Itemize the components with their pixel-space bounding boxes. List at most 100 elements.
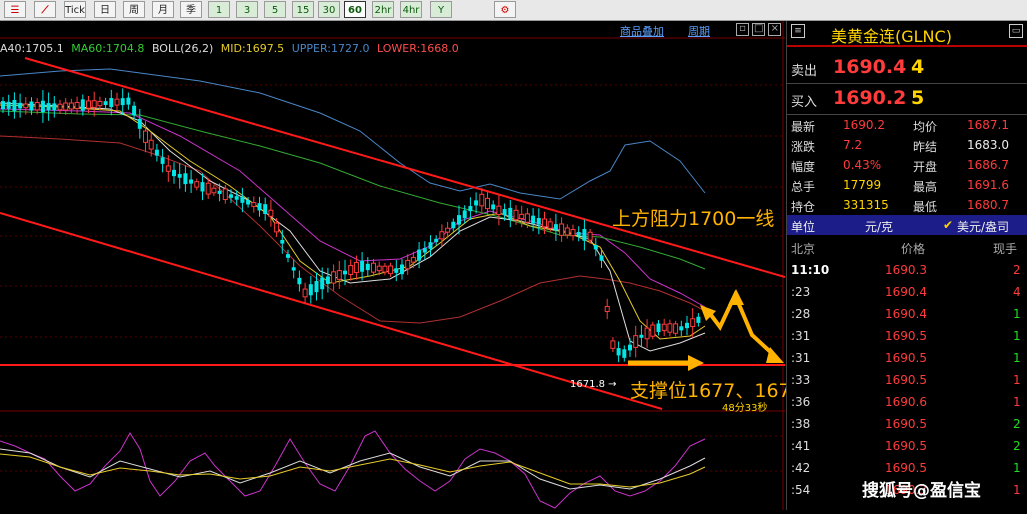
- stat-v1: 1690.2: [843, 118, 885, 132]
- period-button-1[interactable]: 日: [94, 1, 116, 18]
- candle-body: [462, 210, 467, 219]
- boll-upper-line: [0, 68, 706, 200]
- candle-body: [376, 265, 382, 272]
- tick-t: :42: [791, 461, 811, 475]
- tick-v: 2: [1013, 417, 1021, 431]
- stat-row: 持仓 331315 最低 1680.7: [787, 195, 1027, 215]
- sell-price: 1690.4: [833, 56, 907, 78]
- tick-row[interactable]: :31 1690.5 1: [787, 347, 1027, 369]
- restore-icon[interactable]: ▫: [736, 23, 749, 36]
- tick-row[interactable]: :31 1690.5 1: [787, 325, 1027, 347]
- tick-t: 11:10: [791, 263, 830, 277]
- period-button-0[interactable]: Tick: [64, 1, 86, 18]
- countdown-label: 48分33秒: [722, 403, 768, 414]
- candle-body: [114, 98, 120, 106]
- stat-v2: 1680.7: [967, 198, 1009, 212]
- period-button-6[interactable]: 3: [236, 1, 258, 18]
- buy-price: 1690.2: [833, 87, 907, 109]
- candle-body: [165, 165, 171, 172]
- close-icon[interactable]: ×: [768, 23, 782, 36]
- tick-p: 1690.5: [885, 373, 927, 387]
- support-arrow: [628, 355, 704, 371]
- period-button-2[interactable]: 周: [123, 1, 145, 18]
- candle-body: [633, 335, 639, 348]
- unit-alt[interactable]: 美元/盎司: [957, 218, 1009, 235]
- candle-body: [599, 255, 604, 261]
- candle-body: [29, 101, 34, 111]
- period-button-11[interactable]: 2hr: [372, 1, 394, 18]
- period-link[interactable]: 周期: [688, 23, 710, 39]
- boll-label: BOLL(26,2): [151, 42, 214, 55]
- period-button-7[interactable]: 5: [264, 1, 286, 18]
- unit-bar: 单位 元/克 ✔ 美元/盎司: [787, 215, 1027, 235]
- panel-restore-icon[interactable]: ▭: [1009, 24, 1023, 38]
- tick-p: 1690.6: [885, 395, 927, 409]
- candle-body: [251, 202, 257, 207]
- kline-view-icon[interactable]: ☰: [4, 1, 26, 18]
- chart-style-icon[interactable]: ⟋: [34, 1, 56, 18]
- tick-row[interactable]: :38 1690.5 2: [787, 413, 1027, 435]
- support-trendline: [0, 212, 663, 410]
- candle-body: [297, 277, 302, 285]
- boll-lower-label: LOWER:1668.0: [376, 42, 459, 55]
- candle-body: [217, 190, 222, 194]
- sell-volume: 4: [911, 56, 925, 78]
- tick-row[interactable]: :36 1690.6 1: [787, 391, 1027, 413]
- period-button-9[interactable]: 30: [318, 1, 340, 18]
- candle-body: [644, 327, 650, 340]
- chart-canvas[interactable]: [0, 21, 786, 510]
- tick-row[interactable]: :41 1690.5 2: [787, 435, 1027, 457]
- candle-body: [365, 263, 370, 271]
- stat-v1: 17799: [843, 178, 882, 192]
- tick-row[interactable]: 11:10 1690.3 2: [787, 259, 1027, 281]
- period-button-10[interactable]: 60: [344, 1, 366, 18]
- candle-body: [314, 280, 319, 293]
- tick-v: 2: [1013, 439, 1021, 453]
- candle-body: [302, 288, 308, 298]
- tick-t: :41: [791, 439, 811, 453]
- boll-upper-label: UPPER:1727.0: [291, 42, 370, 55]
- tick-row[interactable]: :28 1690.4 1: [787, 303, 1027, 325]
- period-button-13[interactable]: Y: [430, 1, 452, 18]
- candle-body: [240, 197, 245, 203]
- tick-row[interactable]: :23 1690.4 4: [787, 281, 1027, 303]
- candle-body: [268, 209, 274, 217]
- candle-body: [587, 231, 593, 241]
- kline-chart[interactable]: A40:1705.1 MA60:1704.8 BOLL(26,2) MID:16…: [0, 21, 803, 510]
- boll-mid-label: MID:1697.5: [220, 42, 285, 55]
- candle-body: [610, 340, 616, 349]
- candle-body: [336, 270, 342, 280]
- candle-body: [559, 223, 565, 236]
- ticks-head-time: 北京: [791, 242, 816, 256]
- tick-t: :54: [791, 483, 811, 497]
- panel-menu-icon[interactable]: ≡: [791, 24, 805, 38]
- tick-p: 1690.5: [885, 417, 927, 431]
- period-button-3[interactable]: 月: [152, 1, 174, 18]
- period-button-4[interactable]: 季: [180, 1, 202, 18]
- stat-l2: 均价: [913, 120, 938, 134]
- candle-body: [103, 101, 108, 105]
- candle-body: [439, 231, 445, 240]
- period-button-8[interactable]: 15: [292, 1, 314, 18]
- candle-body: [622, 349, 627, 358]
- overlay-link[interactable]: 商品叠加: [620, 23, 664, 39]
- stat-l1: 持仓: [791, 200, 816, 214]
- resistance-trendline: [24, 57, 786, 278]
- ma60-label: MA60:1704.8: [71, 42, 145, 55]
- period-button-12[interactable]: 4hr: [400, 1, 422, 18]
- tick-t: :31: [791, 329, 811, 343]
- candle-body: [353, 262, 359, 274]
- period-button-5[interactable]: 1: [208, 1, 230, 18]
- candle-body: [280, 239, 285, 244]
- candle-body: [74, 101, 80, 110]
- candle-body: [257, 203, 262, 211]
- maximize-icon[interactable]: □: [752, 23, 766, 36]
- buy-volume: 5: [911, 87, 925, 109]
- unit-alt-checkbox[interactable]: ✔: [943, 218, 953, 232]
- settings-icon[interactable]: ⚙: [494, 1, 516, 18]
- tick-p: 1690.5: [885, 439, 927, 453]
- candle-body: [34, 102, 40, 111]
- stat-v2: 1687.1: [967, 118, 1009, 132]
- tick-row[interactable]: :33 1690.5 1: [787, 369, 1027, 391]
- candle-body: [148, 139, 154, 150]
